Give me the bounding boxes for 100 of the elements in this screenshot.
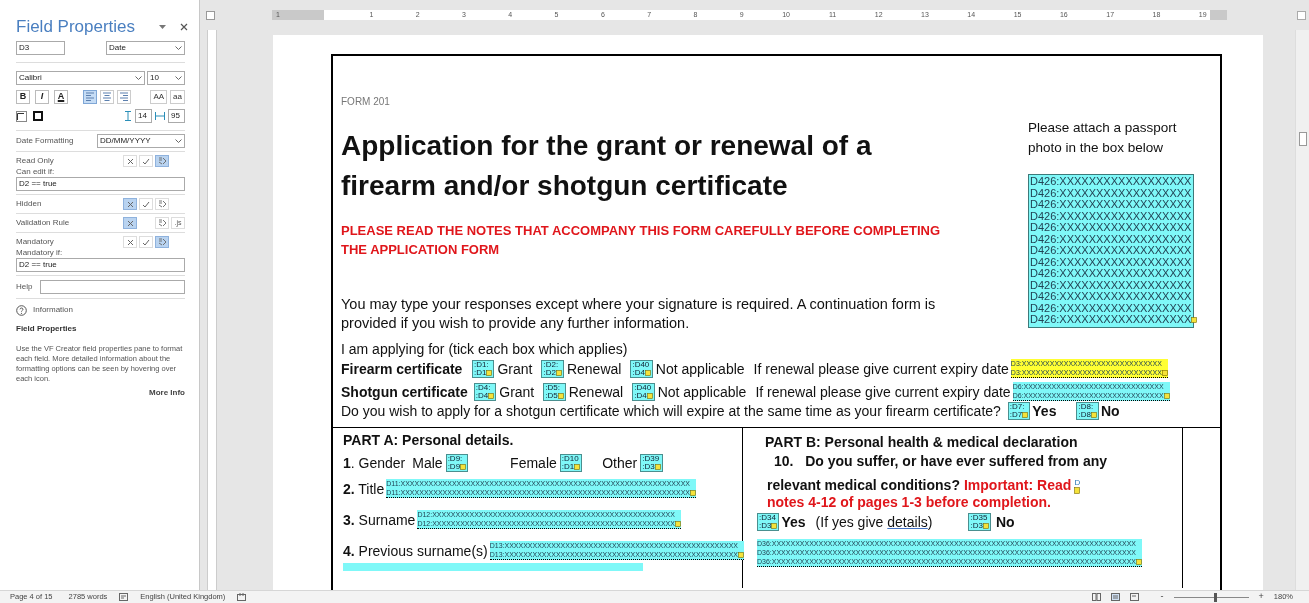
width-input[interactable]: 95 xyxy=(168,109,185,123)
field-name-input[interactable]: D3 xyxy=(16,41,65,55)
field-code: :D9 xyxy=(447,463,461,471)
field-marker-icon xyxy=(557,393,564,399)
checkbox-field[interactable]: :D40 :D4 xyxy=(630,360,653,378)
field-marker-icon xyxy=(486,370,493,376)
field-code: :D40 xyxy=(634,384,653,392)
more-info-link[interactable]: More Info xyxy=(149,387,185,399)
condition-icon xyxy=(157,238,167,246)
field-label: Can edit if: xyxy=(16,167,56,177)
field-text: D426:XXXXXXXXXXXXXXXXXX xyxy=(1030,176,1192,188)
toggle-button[interactable] xyxy=(123,155,137,167)
checkbox-field[interactable]: D xyxy=(1074,478,1081,494)
certificate-label: Shotgun certificate xyxy=(341,384,468,401)
field-type-select[interactable]: Date xyxy=(106,41,185,55)
checkbox-field[interactable]: :D40 :D4 xyxy=(632,383,655,401)
select-value: Date xyxy=(109,43,126,53)
help-icon xyxy=(16,304,27,316)
checkbox-field[interactable]: :D10 :D1 xyxy=(559,454,583,472)
checkbox-field[interactable]: :D5: :D5 xyxy=(543,383,566,401)
font-select[interactable]: Calibri xyxy=(16,71,145,85)
field-marker-icon xyxy=(1022,412,1029,418)
help-input[interactable] xyxy=(40,280,185,294)
tab-selector[interactable] xyxy=(206,10,215,20)
field-label: Help xyxy=(16,281,33,293)
toggle-button[interactable] xyxy=(123,236,137,248)
format-button[interactable]: I xyxy=(35,90,49,104)
field-code: :D9: xyxy=(447,455,464,463)
condition-input[interactable]: D2 == true xyxy=(16,177,185,191)
field-text: D426:XXXXXXXXXXXXXXXXXX xyxy=(1030,210,1192,222)
toggle-button[interactable] xyxy=(139,198,153,210)
toggle-button[interactable] xyxy=(139,155,153,167)
form-field[interactable] xyxy=(343,563,643,571)
note-text: notes 4-12 of pages 1-3 before completion. xyxy=(767,494,1052,511)
border-button[interactable] xyxy=(32,110,43,122)
toggle-button[interactable] xyxy=(155,217,169,229)
vertical-scrollbar[interactable] xyxy=(1295,30,1309,590)
field-code: :D3 xyxy=(759,522,772,530)
checkbox-field[interactable]: :D35 :D3 xyxy=(968,513,991,531)
align-button[interactable] xyxy=(100,90,114,104)
checkbox-field[interactable]: :D7: :D7 xyxy=(1007,402,1031,420)
field-text: D426:XXXXXXXXXXXXXXXXXX xyxy=(1030,199,1192,211)
checkbox-field[interactable]: :D1: :D1 xyxy=(472,360,495,378)
field-marker-icon xyxy=(1090,412,1097,418)
toggle-button[interactable] xyxy=(123,198,137,210)
toggle-button[interactable] xyxy=(123,217,137,229)
checkbox-field[interactable]: :D34 :D3 xyxy=(757,513,780,531)
align-button[interactable] xyxy=(117,90,131,104)
field-marker-icon xyxy=(982,523,989,529)
case-button[interactable]: aa xyxy=(170,90,185,104)
form-field[interactable] xyxy=(757,539,1142,567)
chevron-down-icon xyxy=(175,75,182,81)
title-line: firearm and/or shotgun certificate xyxy=(341,169,789,203)
toggle-button[interactable] xyxy=(155,198,169,210)
field-code: :D1 xyxy=(474,369,487,377)
scroll-thumb[interactable] xyxy=(1298,132,1307,146)
checkbox-field[interactable]: :D4: :D4 xyxy=(473,383,497,401)
zoom-out-button[interactable]: - xyxy=(1160,590,1164,603)
box-border-icon xyxy=(32,111,43,121)
format-button[interactable]: B xyxy=(16,90,30,104)
expiry-label: If renewal please give current expiry date xyxy=(755,384,1011,401)
field-text: D426:XXXXXXXXXXXXXXXXXX xyxy=(1030,314,1192,326)
checkbox-field[interactable]: :D9: :D9 xyxy=(445,454,469,472)
field-code: :D8 xyxy=(1078,411,1091,419)
toggle-button[interactable] xyxy=(139,236,153,248)
field-label: Validation Rule xyxy=(16,217,70,229)
form-field[interactable] xyxy=(1028,174,1194,328)
question-label: 2. Title xyxy=(343,481,385,498)
field-code: :D2: xyxy=(543,361,560,369)
scroll-up-button[interactable] xyxy=(1297,10,1306,20)
checkbox-field[interactable]: :D2: :D2 xyxy=(541,360,564,378)
field-code: :D39 xyxy=(642,455,661,463)
option-label: Other xyxy=(602,455,638,472)
ruler-margin xyxy=(1210,10,1227,20)
checkbox-field[interactable]: :D39 :D3 xyxy=(640,454,663,472)
width-icon xyxy=(155,112,165,120)
chevron-down-icon xyxy=(135,75,142,81)
field-text: D426:XXXXXXXXXXXXXXXXXX xyxy=(1030,302,1192,314)
format-button[interactable]: A xyxy=(54,90,68,104)
zoom-in-button[interactable]: + xyxy=(1258,590,1264,603)
field-code: :D4 xyxy=(634,392,647,400)
case-button[interactable]: AA xyxy=(150,90,168,104)
field-marker-icon xyxy=(1074,487,1081,494)
option-label: Renewal xyxy=(566,361,622,378)
border-button[interactable] xyxy=(16,110,27,122)
date-format-select[interactable]: DD/MM/YYYY xyxy=(97,134,185,148)
checkbox-field[interactable]: :D8: :D8 xyxy=(1076,402,1099,420)
question-label: 3. Surname xyxy=(343,512,416,529)
details-link[interactable]: details xyxy=(887,514,928,531)
field-code: :D5 xyxy=(545,392,558,400)
slider-thumb[interactable] xyxy=(1213,592,1217,602)
option-label: Not applicable xyxy=(655,361,745,378)
toggle-button[interactable] xyxy=(155,236,169,248)
font-size-select[interactable]: 10 xyxy=(147,71,185,85)
toggle-button[interactable] xyxy=(155,155,169,167)
line-height-input[interactable]: 14 xyxy=(135,109,152,123)
option-label: Grant xyxy=(499,384,535,401)
field-code: :D4 xyxy=(475,392,489,400)
condition-input[interactable]: D2 == true xyxy=(16,258,185,272)
align-button[interactable] xyxy=(83,90,97,104)
